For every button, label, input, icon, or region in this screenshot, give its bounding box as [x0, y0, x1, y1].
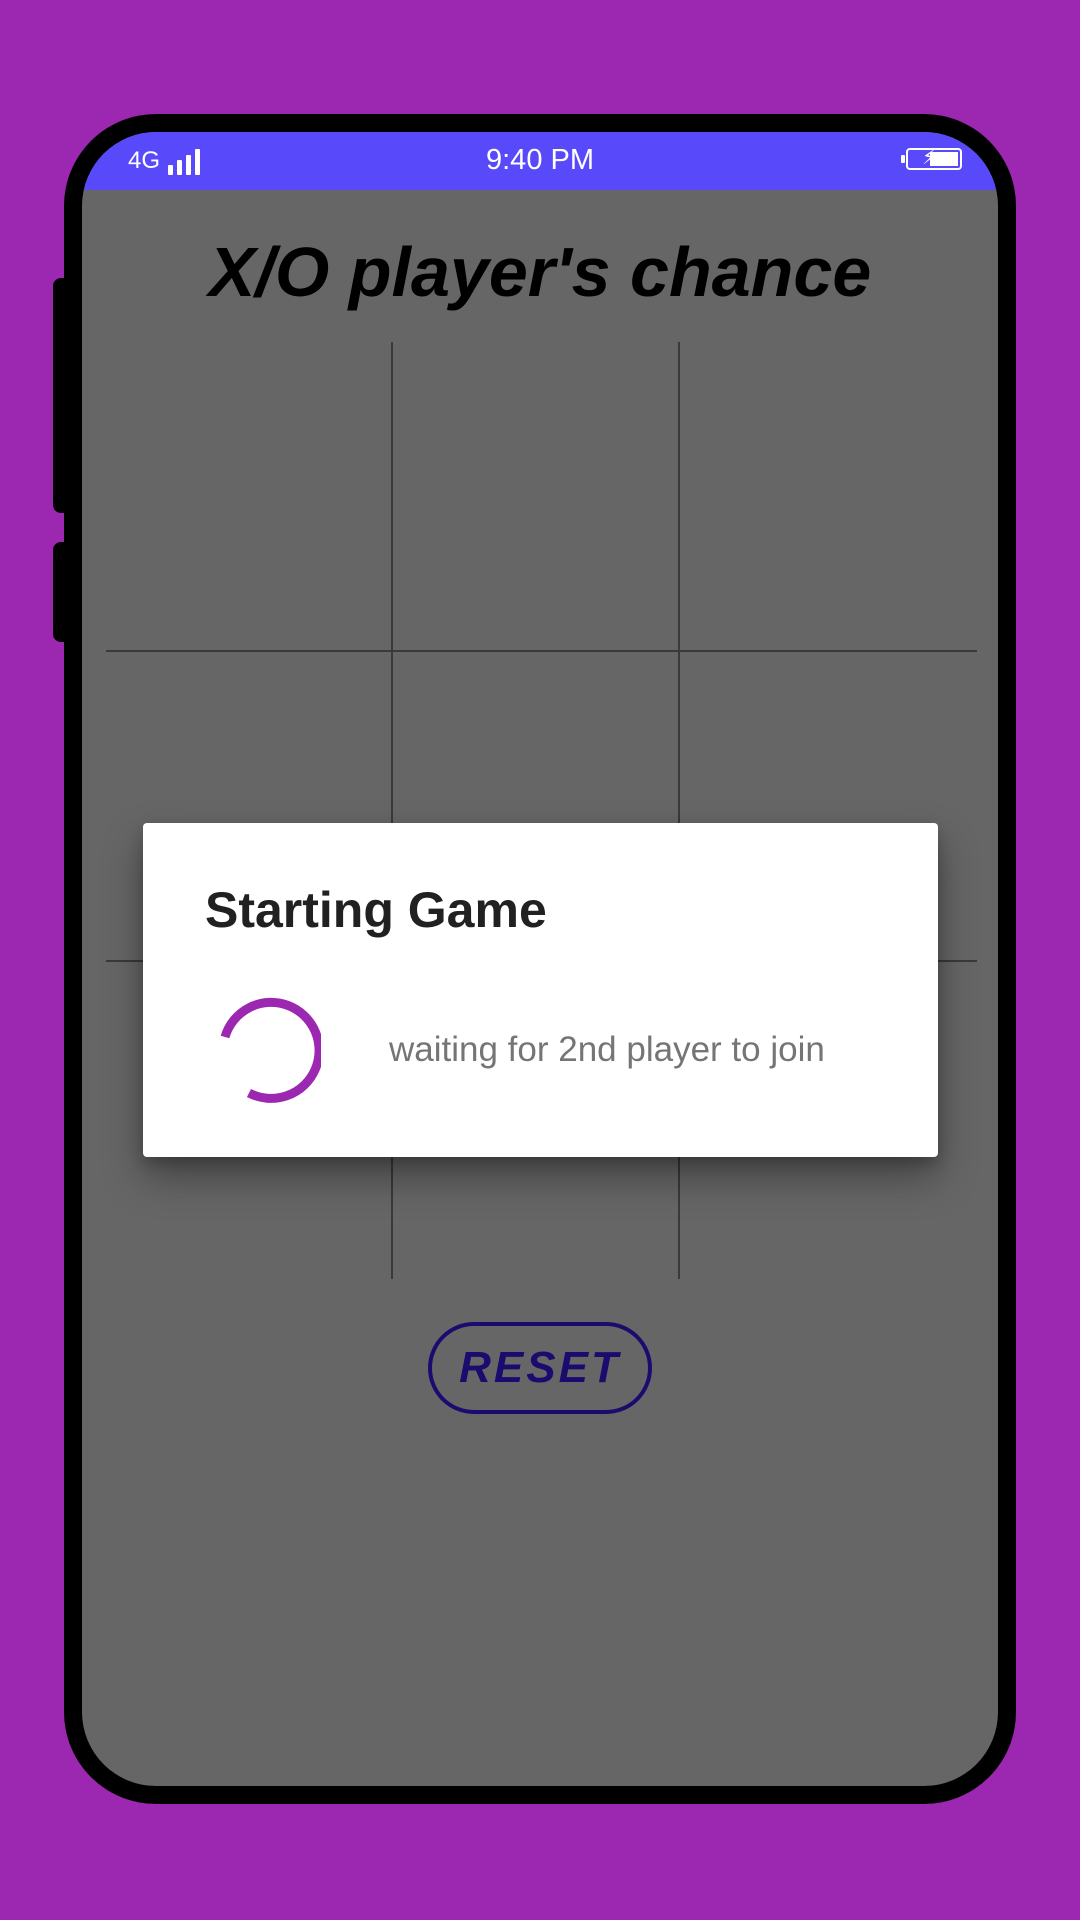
board-cell[interactable]: [106, 342, 393, 652]
status-bar: 4G 9:40 PM ⚡: [82, 132, 998, 190]
status-time: 9:40 PM: [486, 144, 594, 176]
board-cell[interactable]: [393, 342, 680, 652]
reset-button[interactable]: RESET: [428, 1322, 652, 1414]
dialog-message: waiting for 2nd player to join: [389, 1030, 825, 1069]
battery-charging-icon: ⚡: [901, 147, 962, 170]
dialog-title: Starting Game: [205, 882, 547, 938]
loading-spinner-icon: [220, 997, 321, 1103]
board-cell[interactable]: [680, 342, 977, 652]
game-title: X/O player's chance: [208, 233, 872, 311]
starting-game-dialog: Starting Game waiting for 2nd player to …: [143, 823, 938, 1157]
